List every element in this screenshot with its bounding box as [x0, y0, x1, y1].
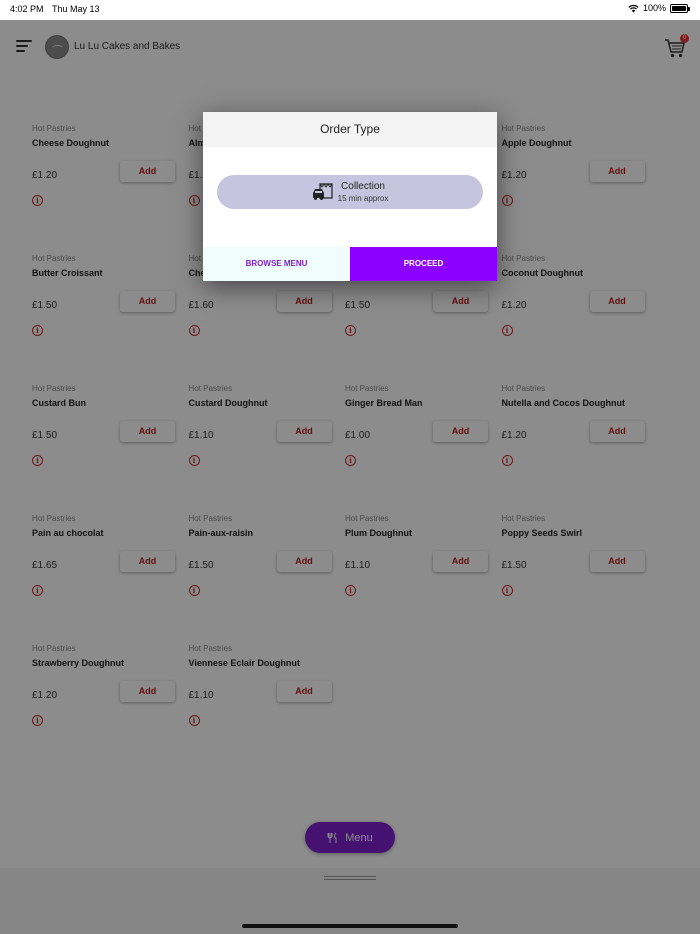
battery-icon	[670, 3, 690, 13]
home-indicator[interactable]	[242, 924, 458, 928]
car-shop-icon	[312, 183, 333, 200]
status-date: Thu May 13	[52, 4, 100, 14]
wifi-icon	[628, 4, 639, 12]
battery-fill	[672, 5, 686, 11]
proceed-button[interactable]: PROCEED	[350, 247, 497, 281]
collection-option[interactable]: Collection 15 min approx	[217, 175, 483, 209]
collection-label: Collection	[341, 181, 385, 192]
status-time: 4:02 PM	[10, 4, 44, 14]
battery-percent: 100%	[642, 3, 666, 13]
collection-text: Collection 15 min approx	[338, 181, 389, 203]
order-type-modal: Order Type Collection 15 min approx BROW…	[203, 112, 497, 281]
collection-time: 15 min approx	[337, 194, 389, 203]
modal-title: Order Type	[203, 112, 497, 147]
status-bar: 4:02 PM Thu May 13 100%	[0, 0, 700, 20]
status-indicators: 100%	[628, 3, 690, 13]
modal-actions: BROWSE MENU PROCEED	[203, 247, 497, 281]
browse-menu-button[interactable]: BROWSE MENU	[203, 247, 350, 281]
